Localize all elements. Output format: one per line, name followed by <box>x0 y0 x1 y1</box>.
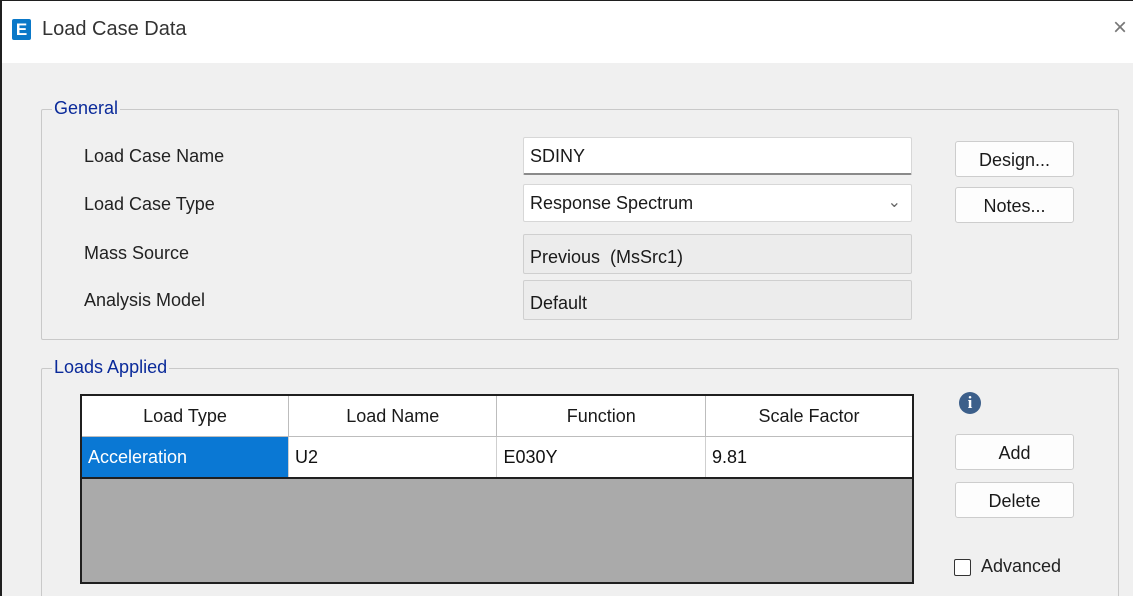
column-header-function[interactable]: Function <box>496 394 706 437</box>
advanced-checkbox[interactable] <box>954 559 971 576</box>
cell-load-name[interactable]: U2 <box>287 436 498 479</box>
cell-load-type[interactable]: Acceleration <box>80 436 289 479</box>
analysis-model-label: Analysis Model <box>84 290 206 310</box>
table-header-row: Load Type Load Name Function Scale Facto… <box>80 394 914 437</box>
mass-source-value: Previous (MsSrc1) <box>530 247 684 267</box>
title-bar: E Load Case Data × <box>2 1 1133 63</box>
design-button[interactable]: Design... <box>955 141 1074 177</box>
analysis-model-value: Default <box>530 293 588 313</box>
load-case-data-dialog: E Load Case Data × General Load Case Nam… <box>0 0 1133 596</box>
advanced-label[interactable]: Advanced <box>981 556 1061 577</box>
column-header-load-name[interactable]: Load Name <box>287 394 498 437</box>
general-legend: General <box>52 98 121 119</box>
column-header-load-type[interactable]: Load Type <box>80 394 289 437</box>
info-icon[interactable]: i <box>959 392 981 414</box>
close-icon[interactable]: × <box>1107 13 1133 43</box>
table-row[interactable]: Acceleration U2 E030Y 9.81 <box>80 436 914 479</box>
cell-scale-factor[interactable]: 9.81 <box>704 436 914 479</box>
load-case-name-label: Load Case Name <box>84 146 225 166</box>
chevron-down-icon: ⌄ <box>887 194 901 211</box>
loads-applied-table: Load Type Load Name Function Scale Facto… <box>80 394 914 479</box>
mass-source-field: Previous (MsSrc1) <box>523 234 912 274</box>
load-case-type-select[interactable]: Response Spectrum ⌄ <box>523 184 912 222</box>
dialog-title: Load Case Data <box>42 18 187 40</box>
loads-applied-legend: Loads Applied <box>52 357 170 378</box>
load-case-name-value: SDINY <box>530 146 586 166</box>
column-header-scale-factor[interactable]: Scale Factor <box>704 394 914 437</box>
etabs-app-icon: E <box>12 19 31 40</box>
cell-function[interactable]: E030Y <box>496 436 706 479</box>
load-case-type-value: Response Spectrum <box>530 193 694 213</box>
load-case-name-input[interactable]: SDINY <box>523 137 912 175</box>
load-case-type-label: Load Case Type <box>84 194 215 214</box>
analysis-model-field: Default <box>523 280 912 320</box>
notes-button[interactable]: Notes... <box>955 187 1074 223</box>
mass-source-label: Mass Source <box>84 243 190 263</box>
delete-button[interactable]: Delete <box>955 482 1074 518</box>
add-button[interactable]: Add <box>955 434 1074 470</box>
